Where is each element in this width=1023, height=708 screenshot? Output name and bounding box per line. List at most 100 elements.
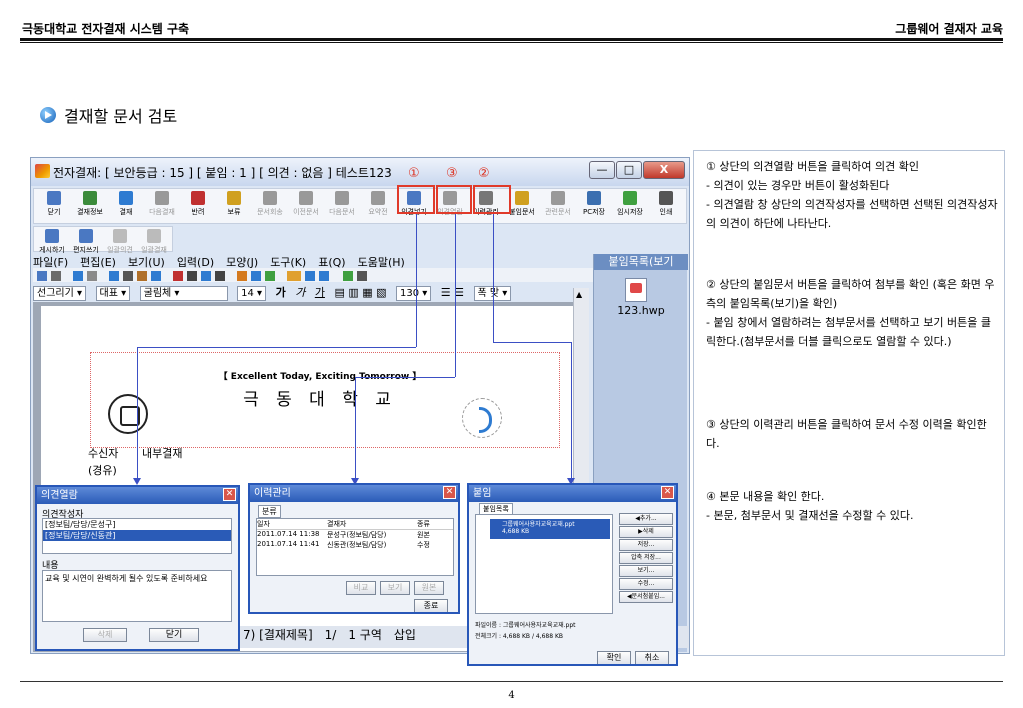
comment-view-highlight <box>397 185 435 214</box>
toolbar-close-button[interactable]: 닫기 <box>38 191 70 217</box>
toolbar-next-button[interactable]: 다음결재 <box>146 191 178 217</box>
zoom-select[interactable]: 130 ▾ <box>396 285 432 301</box>
approve-icon <box>119 191 133 205</box>
font-size-value: 14 <box>241 287 254 299</box>
font-select[interactable]: 굴림체 ▾ <box>139 285 228 301</box>
font-size-select[interactable]: 14 ▾ <box>237 285 267 301</box>
note-4a: - 본문, 첨부문서 및 결재선을 수정할 수 있다. <box>706 509 914 522</box>
history-cell: 수정 <box>417 541 430 549</box>
toolbar2-bulk-comment-button[interactable]: 일괄의견 <box>104 229 136 255</box>
history-cell: 2011.07.14 11:41 <box>257 540 320 548</box>
play-bullet-icon <box>40 107 56 123</box>
table-row[interactable]: 2011.07.14 11:41 신동관(정보팀/담당) 수정 <box>257 540 453 550</box>
comment-content-box[interactable]: 교육 및 시연이 완벽하게 될수 있도록 준비하세요 <box>42 570 232 622</box>
toolbar-next-doc-button[interactable]: 다음문서 <box>326 191 358 217</box>
history-view-button[interactable]: 보기 <box>380 581 410 595</box>
app-icon <box>35 164 50 178</box>
style-select[interactable]: 대표 ▾ <box>95 285 131 301</box>
note-3: ③ 상단의 이력관리 버튼을 클릭하여 문서 수정 이력을 확인한다. <box>706 418 987 450</box>
note-2: ② 상단의 붙임문서 버튼을 클릭하여 첨부를 확인 (혹은 화면 우측의 붙임… <box>706 278 995 310</box>
history-popup-close-icon[interactable]: ✕ <box>443 486 456 499</box>
toolbar-return-button[interactable]: 반려 <box>182 191 214 217</box>
connector-3-vertical <box>455 214 456 377</box>
table-row[interactable]: 2011.07.14 11:38 문성구(정보팀/담당) 원본 <box>257 530 453 540</box>
history-compare-button[interactable]: 비교 <box>346 581 376 595</box>
toolbar2-button-label: 게시하기 <box>39 246 65 254</box>
attach-action-button[interactable]: ▶삭제 <box>619 526 673 538</box>
attachment-list-title[interactable]: 붙임목록(보기 <box>594 254 688 270</box>
toolbar-approve-button[interactable]: 결재 <box>110 191 142 217</box>
fit-value: 폭 맞 <box>477 287 500 299</box>
pc-save-icon <box>587 191 601 205</box>
hwp-file-icon[interactable] <box>625 278 647 302</box>
toolbar2-mail-button[interactable]: 편지쓰기 <box>70 229 102 255</box>
window-titlebar[interactable]: 전자결재: [ 보안등급 : 15 ] [ 붙임 : 1 ] [ 의견 : 없음… <box>31 158 689 186</box>
attachment-file-name[interactable]: 123.hwp <box>594 304 688 317</box>
section-title: 결재할 문서 검토 <box>64 107 178 126</box>
attach-list: 그룹웨어사용자교육교재.ppt 4,688 KB <box>475 514 613 614</box>
history-original-button[interactable]: 원본 <box>414 581 444 595</box>
header-left-title: 극동대학교 전자결재 시스템 구축 <box>22 22 190 36</box>
underline-button[interactable]: 가 <box>315 286 325 299</box>
toolbar-button-label: 반려 <box>191 208 205 216</box>
indent-icons[interactable]: ☰ ☰ <box>441 286 464 299</box>
attach-cancel-button[interactable]: 취소 <box>635 651 669 664</box>
toolbar2-button-label: 편지쓰기 <box>73 246 99 254</box>
italic-button[interactable]: 가 <box>295 286 305 299</box>
writer-item-2[interactable]: [정보팀/담당/신동관] <box>43 530 231 541</box>
toolbar-prev-doc-button[interactable]: 이전문서 <box>290 191 322 217</box>
close-window-button[interactable]: X <box>643 161 685 179</box>
toolbar-send-back-button[interactable]: 문서회송 <box>254 191 286 217</box>
toolbar2-bulk-approve-button[interactable]: 일괄결재 <box>138 229 170 255</box>
minimize-button[interactable]: — <box>589 161 615 179</box>
draw-tool-value: 선그리기 <box>37 287 74 299</box>
attach-list-item[interactable]: 그룹웨어사용자교육교재.ppt 4,688 KB <box>490 519 610 539</box>
menu-bar: 파일(F) 편집(E) 보기(U) 입력(D) 모양(J) 도구(K) 표(Q) 도움말(H) <box>33 254 593 269</box>
toolbar2-post-button[interactable]: 게시하기 <box>36 229 68 255</box>
connector-1-horizontal <box>137 347 416 348</box>
maximize-button[interactable]: □ <box>616 161 642 179</box>
attach-popup-close-icon[interactable]: ✕ <box>661 486 674 499</box>
toolbar-print-button[interactable]: 인쇄 <box>650 191 682 217</box>
history-tab[interactable]: 분류 <box>258 505 281 518</box>
note-1: ① 상단의 의견열람 버튼을 클릭하여 의견 확인 <box>706 160 919 173</box>
marker-3: ③ <box>446 166 458 181</box>
comment-popup-close-icon[interactable]: ✕ <box>223 488 236 501</box>
toolbar-temp-save-button[interactable]: 임시저장 <box>614 191 646 217</box>
toolbar-summary-button[interactable]: 요약전 <box>362 191 394 217</box>
toolbar-button-label: 다음결재 <box>149 208 175 216</box>
history-popup-title[interactable]: 이력관리 <box>250 485 458 502</box>
attach-popup-title[interactable]: 붙임 <box>469 485 676 502</box>
comment-popup-title[interactable]: 의견열람 <box>37 487 238 504</box>
info-icon <box>83 191 97 205</box>
attach-action-button[interactable]: 저장... <box>619 539 673 551</box>
attach-action-button[interactable]: ◀문서첨붙임... <box>619 591 673 603</box>
comment-view-popup: 의견열람 ✕ 의견작성자 [정보팀/담당/문성구] [정보팀/담당/신동관] 내… <box>35 485 240 651</box>
scroll-up-icon[interactable]: ▲ <box>576 290 582 299</box>
style-value: 대표 <box>99 287 118 299</box>
attach-action-button[interactable]: 보기... <box>619 565 673 577</box>
attach-action-button[interactable]: 압축 저장... <box>619 552 673 564</box>
history-popup: 이력관리 ✕ 분류 일자 결재자 종류 2011.07.14 11:38 문성구… <box>248 483 460 614</box>
writer-list: [정보팀/담당/문성구] [정보팀/담당/신동관] <box>42 518 232 554</box>
header-rule-thin <box>20 42 1003 43</box>
attach-action-button[interactable]: ◀추가... <box>619 513 673 525</box>
attach-action-button[interactable]: 수정... <box>619 578 673 590</box>
attach-ok-button[interactable]: 확인 <box>597 651 631 664</box>
bold-button[interactable]: 가 <box>276 286 286 299</box>
draw-tool-select[interactable]: 선그리기 ▾ <box>33 285 87 301</box>
header-right-title: 그룹웨어 결재자 교육 <box>895 22 1003 36</box>
comment-delete-button[interactable]: 삭제 <box>83 628 127 642</box>
toolbar-hold-button[interactable]: 보류 <box>218 191 250 217</box>
status-field: 1 구역 <box>348 628 382 642</box>
comment-close-button[interactable]: 닫기 <box>149 628 199 642</box>
writer-item-1[interactable]: [정보팀/담당/문성구] <box>43 519 231 530</box>
toolbar-info-button[interactable]: 결재정보 <box>74 191 106 217</box>
toolbar-related-button[interactable]: 관련문서 <box>542 191 574 217</box>
align-icons[interactable]: ▤ ▥ ▦ ▧ <box>334 286 386 299</box>
connector-2-vertical <box>493 214 494 342</box>
history-cell: 신동관(정보팀/담당) <box>327 541 387 549</box>
attach-item-size: 4,688 KB <box>502 528 530 535</box>
history-close-button[interactable]: 종료 <box>414 599 448 612</box>
toolbar-pc-save-button[interactable]: PC저장 <box>578 191 610 217</box>
